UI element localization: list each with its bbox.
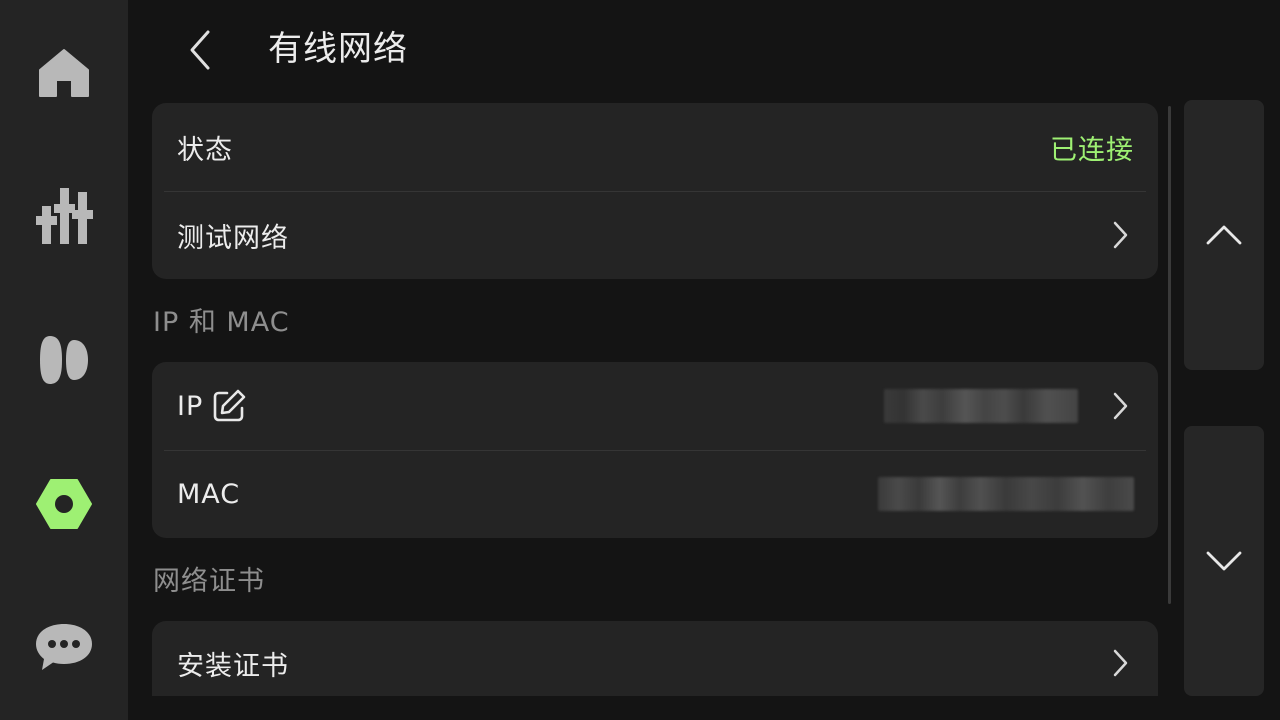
ip-row[interactable]: IP xyxy=(152,362,1158,450)
nav-item-audio[interactable] xyxy=(0,312,128,408)
status-label: 状态 xyxy=(177,134,233,166)
ip-mac-card: IP MAC xyxy=(152,362,1158,538)
headphones-icon xyxy=(40,336,88,384)
install-cert-label: 安装证书 xyxy=(177,650,289,682)
chevron-down-icon xyxy=(1206,551,1242,571)
ip-mac-section-title: IP 和 MAC xyxy=(153,307,290,338)
status-card: 状态 已连接 测试网络 xyxy=(152,103,1158,279)
chevron-right-icon xyxy=(1106,215,1134,255)
cert-section-title: 网络证书 xyxy=(153,566,265,597)
home-icon xyxy=(39,49,89,97)
scroll-down-button[interactable] xyxy=(1184,426,1264,696)
scrollbar[interactable] xyxy=(1168,106,1171,604)
nav-item-settings[interactable] xyxy=(0,456,128,552)
scroll-up-button[interactable] xyxy=(1184,100,1264,370)
back-button[interactable] xyxy=(176,22,224,78)
nav-item-messages[interactable] xyxy=(0,600,128,696)
cert-card: 安装证书 xyxy=(152,621,1158,696)
settings-hex-icon xyxy=(36,479,92,529)
status-row: 状态 已连接 xyxy=(152,103,1158,191)
chevron-right-icon xyxy=(1106,643,1134,683)
sidebar-nav xyxy=(0,0,128,720)
mac-row: MAC xyxy=(152,450,1158,538)
sliders-icon xyxy=(36,188,93,244)
nav-item-equalizer[interactable] xyxy=(0,168,128,264)
mac-label: MAC xyxy=(177,478,241,510)
test-network-row[interactable]: 测试网络 xyxy=(152,191,1158,279)
chevron-right-icon xyxy=(1106,386,1134,426)
chevron-up-icon xyxy=(1206,225,1242,245)
nav-item-home[interactable] xyxy=(0,24,128,120)
page-header: 有线网络 xyxy=(128,0,1168,100)
mac-value-redacted xyxy=(878,477,1134,511)
chat-bubble-icon xyxy=(36,624,92,670)
ip-value-redacted xyxy=(884,389,1078,423)
page-title: 有线网络 xyxy=(268,29,408,69)
install-cert-row[interactable]: 安装证书 xyxy=(152,621,1158,696)
chevron-left-icon xyxy=(190,30,210,70)
edit-icon[interactable] xyxy=(211,388,247,424)
ip-label: IP xyxy=(177,390,204,422)
status-value: 已连接 xyxy=(1050,134,1134,166)
test-network-label: 测试网络 xyxy=(177,222,289,254)
